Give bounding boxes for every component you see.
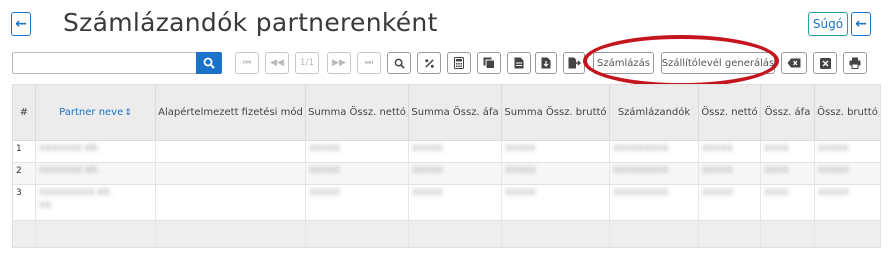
- file-icon: [514, 57, 524, 69]
- export-icon: [568, 57, 581, 69]
- search-button[interactable]: [196, 52, 222, 74]
- page-title: Számlázandók partnerenként: [63, 8, 438, 37]
- col-header-to-invoice: Számlázandók: [610, 85, 699, 141]
- calculator-button[interactable]: [447, 52, 471, 74]
- col-header-num: #: [13, 85, 36, 141]
- backspace-icon: [787, 58, 801, 68]
- close-box-icon: [819, 57, 831, 69]
- back-button[interactable]: ←: [11, 12, 31, 36]
- prev-page-button[interactable]: ◀◀: [265, 52, 289, 74]
- col-header-vat: Össz. áfa: [761, 85, 815, 141]
- table-row[interactable]: 1 XXXXXXX Kft. XXXXX XXXXX XXXXX XXXXXXX…: [13, 141, 880, 163]
- last-page-button[interactable]: ⏭: [357, 52, 381, 74]
- percent-icon: [424, 58, 434, 68]
- close-button[interactable]: [813, 52, 837, 74]
- sort-icon: ⇕: [124, 108, 132, 118]
- arrow-left-icon: ←: [855, 16, 867, 32]
- first-page-button[interactable]: ⏮: [235, 52, 259, 74]
- col-header-payment: Alapértelmezett fizetési mód: [156, 85, 306, 141]
- help-button[interactable]: Súgó: [808, 12, 848, 36]
- export-button[interactable]: [563, 52, 585, 74]
- next-page-icon: ▶▶: [332, 58, 346, 68]
- calculator-icon: [454, 57, 464, 69]
- back-button-right[interactable]: ←: [851, 12, 871, 36]
- clear-filter-button[interactable]: [417, 52, 441, 74]
- table-header: # Partner neve ⇕ Alapértelmezett fizetési…: [13, 85, 880, 141]
- search-filter-button[interactable]: [387, 52, 411, 74]
- col-header-partner[interactable]: Partner neve ⇕: [36, 85, 156, 141]
- col-header-sum-gross: Summa Össz. bruttó: [502, 85, 610, 141]
- prev-page-icon: ◀◀: [270, 58, 284, 68]
- print-button[interactable]: [843, 52, 867, 74]
- highlight-oval: [583, 35, 779, 87]
- top-bar: ← Számlázandók partnerenként Súgó ←: [0, 0, 893, 50]
- file-download-icon: [541, 57, 551, 69]
- col-header-net: Össz. nettó: [699, 85, 761, 141]
- col-header-sum-vat: Summa Össz. áfa: [409, 85, 502, 141]
- col-header-sum-net: Summa Össz. nettó: [306, 85, 409, 141]
- table-row[interactable]: 3 XXXXXXXXX Kft. XX XXXXX XXXXX XXXXX XX…: [13, 185, 880, 221]
- first-page-icon: ⏮: [242, 58, 252, 68]
- document-button[interactable]: [507, 52, 531, 74]
- page-indicator: 1/1: [295, 52, 319, 74]
- table-row[interactable]: 2 XXXXXXX Kft. XXXXX XXXXX XXXXX XXXXXXX…: [13, 163, 880, 185]
- copy-button[interactable]: [477, 52, 501, 74]
- col-header-gross: Össz. bruttó: [817, 107, 878, 118]
- copy-icon: [483, 57, 495, 69]
- last-page-icon: ⏭: [364, 58, 374, 68]
- search-icon: [203, 57, 215, 69]
- next-page-button[interactable]: ▶▶: [327, 52, 351, 74]
- search-input[interactable]: [12, 52, 196, 74]
- clear-button[interactable]: [781, 52, 807, 74]
- file-download-button[interactable]: [535, 52, 557, 74]
- magnifier-icon: [394, 58, 405, 69]
- data-grid: # Partner neve ⇕ Alapértelmezett fizetési…: [12, 84, 881, 248]
- print-icon: [849, 57, 861, 69]
- arrow-left-icon: ←: [15, 16, 27, 32]
- table-footer-row: [13, 221, 880, 247]
